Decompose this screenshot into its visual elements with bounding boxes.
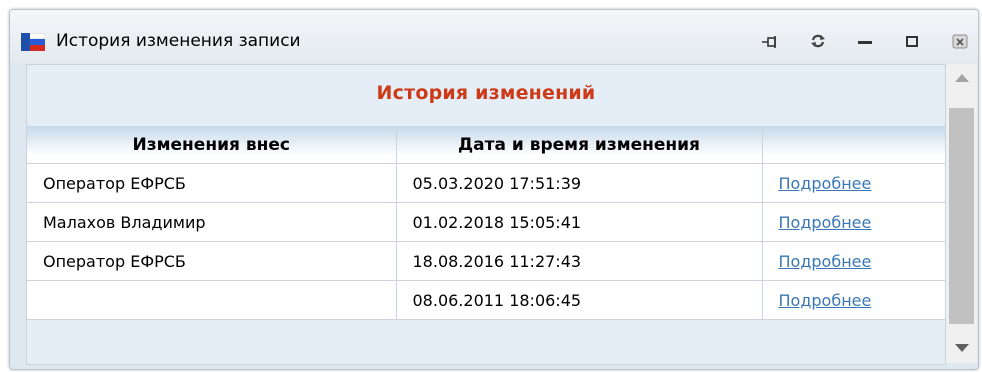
column-header-datetime: Дата и время изменения bbox=[396, 126, 763, 164]
history-panel: История изменений Изменения внес Дата и … bbox=[26, 64, 946, 365]
cell-datetime: 05.03.2020 17:51:39 bbox=[396, 163, 763, 203]
refresh-icon[interactable] bbox=[809, 33, 827, 49]
cell-author bbox=[27, 280, 397, 320]
table-header-row: Изменения внес Дата и время изменения bbox=[27, 126, 945, 164]
cell-details: Подробнее bbox=[762, 163, 945, 203]
table-row: Оператор ЕФРСБ 18.08.2016 11:27:43 Подро… bbox=[27, 241, 945, 281]
table-row: Оператор ЕФРСБ 05.03.2020 17:51:39 Подро… bbox=[27, 163, 945, 203]
details-link[interactable]: Подробнее bbox=[779, 291, 872, 310]
details-link[interactable]: Подробнее bbox=[779, 252, 872, 271]
details-link[interactable]: Подробнее bbox=[779, 174, 872, 193]
cell-datetime: 18.08.2016 11:27:43 bbox=[396, 241, 763, 281]
window-title: История изменения записи bbox=[56, 31, 301, 51]
vertical-scrollbar[interactable] bbox=[946, 64, 977, 363]
close-icon[interactable] bbox=[951, 33, 969, 49]
scroll-down-arrow-icon[interactable] bbox=[955, 344, 969, 352]
cell-author: Малахов Владимир bbox=[27, 202, 397, 242]
maximize-icon[interactable] bbox=[903, 33, 921, 49]
app-flag-icon bbox=[21, 33, 45, 51]
scroll-up-arrow-icon[interactable] bbox=[955, 74, 969, 82]
cell-datetime: 01.02.2018 15:05:41 bbox=[396, 202, 763, 242]
minimize-icon[interactable] bbox=[856, 33, 874, 49]
cell-datetime: 08.06.2011 18:06:45 bbox=[396, 280, 763, 320]
column-header-details bbox=[762, 126, 945, 164]
pin-icon[interactable] bbox=[761, 33, 779, 49]
page-title: История изменений bbox=[376, 82, 596, 104]
cell-details: Подробнее bbox=[762, 241, 945, 281]
table-row: 08.06.2011 18:06:45 Подробнее bbox=[27, 280, 945, 320]
details-link[interactable]: Подробнее bbox=[779, 213, 872, 232]
cell-author: Оператор ЕФРСБ bbox=[27, 241, 397, 281]
window-titlebar[interactable]: История изменения записи bbox=[10, 10, 978, 64]
scroll-thumb[interactable] bbox=[949, 108, 974, 324]
history-table: Изменения внес Дата и время изменения Оп… bbox=[27, 126, 945, 320]
history-window: История изменения записи История изменен… bbox=[9, 9, 979, 370]
cell-author: Оператор ЕФРСБ bbox=[27, 163, 397, 203]
cell-details: Подробнее bbox=[762, 280, 945, 320]
column-header-author: Изменения внес bbox=[27, 126, 397, 164]
cell-details: Подробнее bbox=[762, 202, 945, 242]
table-row: Малахов Владимир 01.02.2018 15:05:41 Под… bbox=[27, 202, 945, 242]
